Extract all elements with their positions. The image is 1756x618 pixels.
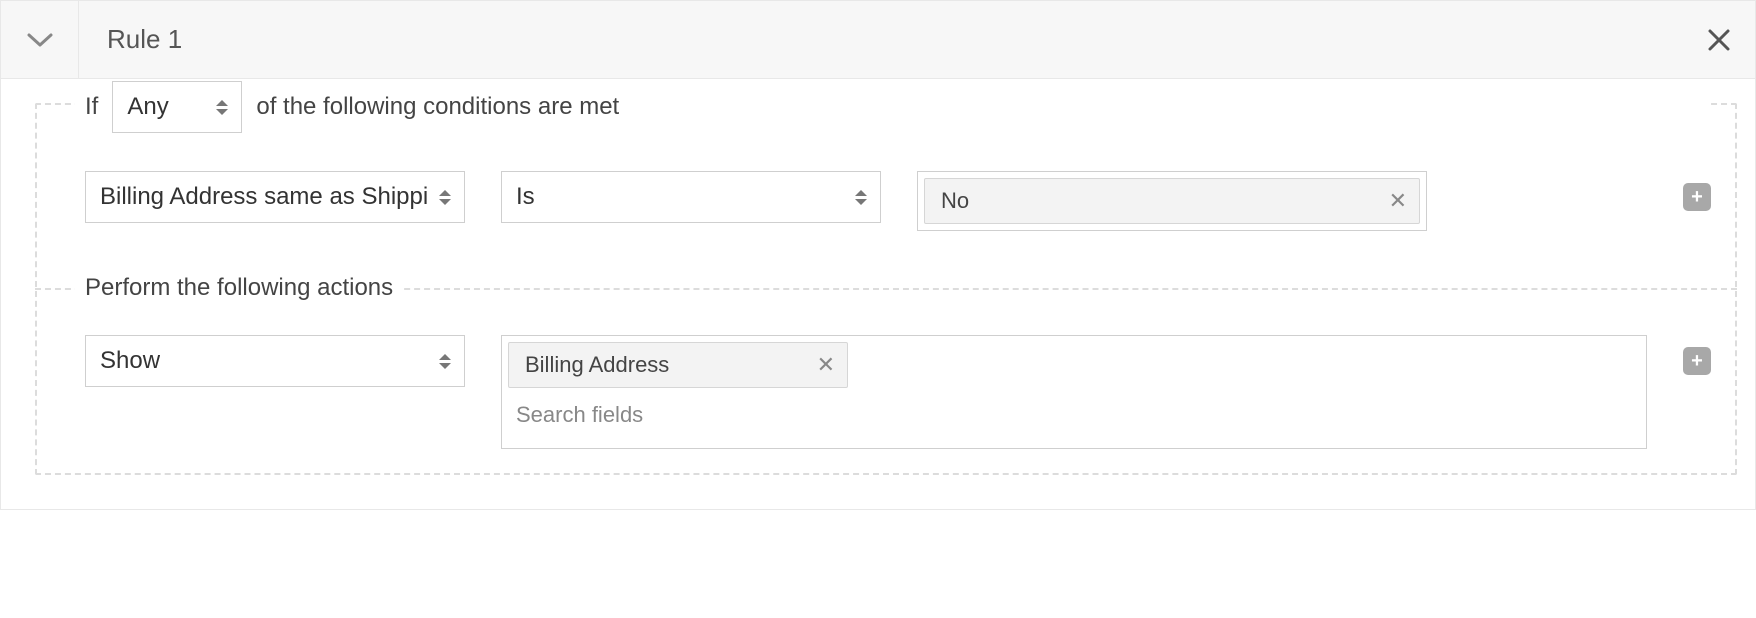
rule-panel: Rule 1 If Any of the following condition…: [0, 0, 1756, 510]
condition-row: Billing Address same as Shippir Is No ✕: [85, 171, 1711, 231]
condition-value-box[interactable]: No ✕: [917, 171, 1427, 231]
action-row: Show Billing Address ✕ +: [85, 335, 1711, 449]
action-target-search-input[interactable]: [508, 388, 1640, 432]
conditions-legend: If Any of the following conditions are m…: [75, 81, 1711, 133]
condition-operator-select[interactable]: Is: [501, 171, 881, 223]
actions-legend-divider: Perform the following actions: [35, 265, 1737, 311]
stepper-icon: [852, 190, 870, 205]
condition-value-text: No: [941, 188, 969, 214]
add-action-button[interactable]: +: [1683, 347, 1711, 375]
remove-token-button[interactable]: ✕: [817, 352, 835, 378]
remove-token-button[interactable]: ✕: [1389, 188, 1407, 214]
rule-header: Rule 1: [1, 1, 1755, 79]
add-condition-button[interactable]: +: [1683, 183, 1711, 211]
plus-icon: +: [1691, 187, 1703, 207]
stepper-icon: [213, 100, 231, 115]
if-label: If: [85, 93, 98, 121]
condition-field-select[interactable]: Billing Address same as Shippir: [85, 171, 465, 223]
conditions-suffix-label: of the following conditions are met: [256, 93, 619, 121]
action-target-box[interactable]: Billing Address ✕: [501, 335, 1647, 449]
stepper-icon: [436, 190, 454, 205]
action-type-value: Show: [100, 347, 160, 375]
rule-title: Rule 1: [79, 24, 1683, 55]
stepper-icon: [436, 354, 454, 369]
condition-operator-value: Is: [516, 183, 535, 211]
collapse-toggle[interactable]: [1, 1, 79, 78]
condition-mode-select[interactable]: Any: [112, 81, 242, 133]
rule-fieldset: If Any of the following conditions are m…: [35, 103, 1737, 475]
condition-mode-value: Any: [127, 93, 168, 121]
condition-field-value: Billing Address same as Shippir: [100, 183, 428, 211]
close-icon: [1706, 27, 1732, 53]
chevron-down-icon: [25, 30, 55, 50]
close-button[interactable]: [1683, 27, 1755, 53]
plus-icon: +: [1691, 351, 1703, 371]
action-target-text: Billing Address: [525, 352, 669, 378]
action-target-token: Billing Address ✕: [508, 342, 848, 388]
action-type-select[interactable]: Show: [85, 335, 465, 387]
rule-body: If Any of the following conditions are m…: [1, 79, 1755, 509]
actions-legend: Perform the following actions: [75, 274, 403, 302]
condition-value-token: No ✕: [924, 178, 1420, 224]
